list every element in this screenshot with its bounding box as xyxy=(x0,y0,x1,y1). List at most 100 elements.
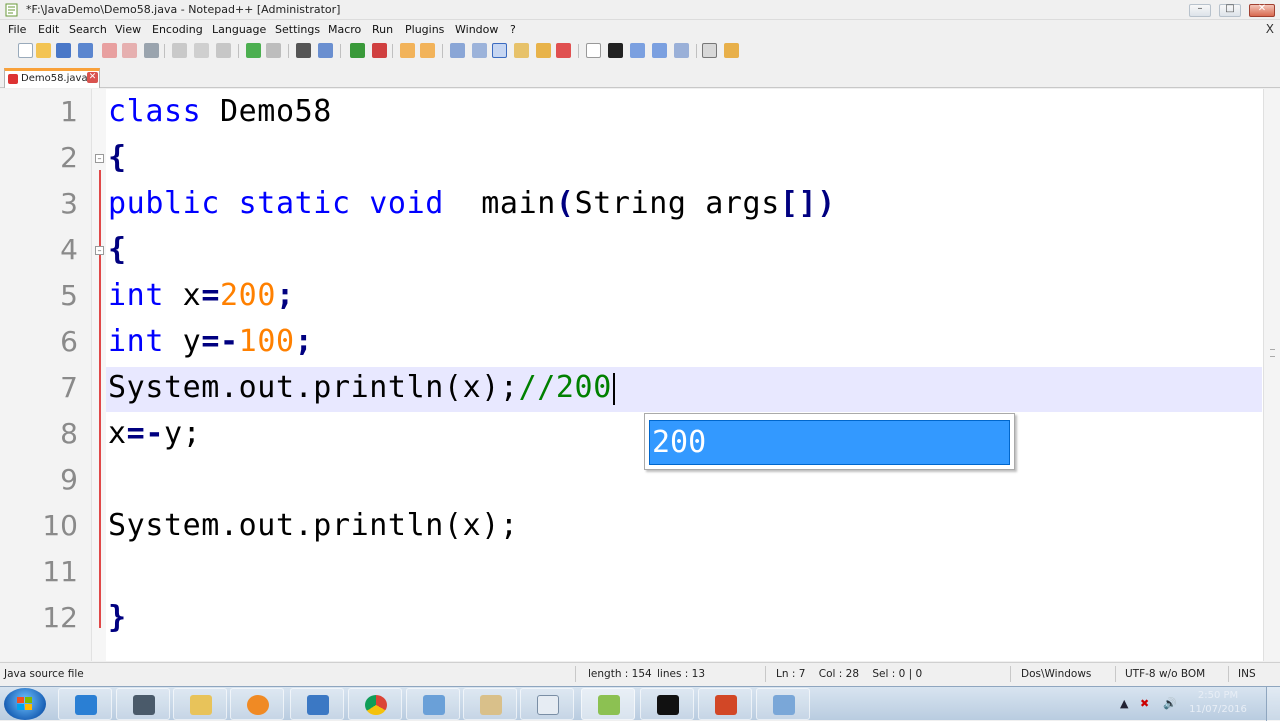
taskbar-command-prompt[interactable] xyxy=(640,688,694,720)
menu-settings[interactable]: Settings xyxy=(275,23,320,36)
document-lines: lines : 13 xyxy=(657,668,705,680)
keyword: int xyxy=(108,324,164,359)
toolbar-separator xyxy=(442,44,443,58)
minimize-button[interactable]: – xyxy=(1189,3,1211,17)
fold-toggle-icon[interactable]: – xyxy=(95,154,104,163)
close-document-icon[interactable]: X xyxy=(1266,22,1274,36)
minimize-icon: – xyxy=(1197,3,1203,14)
function-list-icon[interactable] xyxy=(536,43,551,58)
taskbar-media-player[interactable] xyxy=(230,688,284,720)
start-button[interactable] xyxy=(4,688,46,720)
spell-settings-icon[interactable] xyxy=(724,43,739,58)
taskbar-network[interactable] xyxy=(756,688,810,720)
word-wrap-icon[interactable] xyxy=(450,43,465,58)
window-icon xyxy=(537,695,559,715)
taskbar-chrome[interactable] xyxy=(348,688,402,720)
save-all-icon[interactable] xyxy=(78,43,93,58)
menu-help[interactable]: ? xyxy=(510,23,516,36)
fold-indicator-line xyxy=(99,170,101,628)
maximize-button[interactable]: □ xyxy=(1219,3,1241,17)
keyword: int xyxy=(108,278,164,313)
save-icon[interactable] xyxy=(56,43,71,58)
menu-run[interactable]: Run xyxy=(372,23,393,36)
copy-icon[interactable] xyxy=(194,43,209,58)
zoom-in-icon[interactable] xyxy=(350,43,365,58)
line-number: 7 xyxy=(60,371,78,404)
autocomplete-popup: 200 xyxy=(644,413,1015,470)
new-file-icon[interactable] xyxy=(18,43,33,58)
menu-bar: File Edit Search View Encoding Language … xyxy=(0,20,1280,40)
close-file-icon[interactable] xyxy=(102,43,117,58)
menu-search[interactable]: Search xyxy=(69,23,107,36)
record-macro-icon[interactable] xyxy=(586,43,601,58)
indent-guide-icon[interactable] xyxy=(492,43,507,58)
menu-edit[interactable]: Edit xyxy=(38,23,59,36)
playback-macro-icon[interactable] xyxy=(630,43,645,58)
tab-close-icon[interactable]: ✕ xyxy=(87,72,98,83)
sync-vertical-icon[interactable] xyxy=(400,43,415,58)
taskbar-file-explorer[interactable] xyxy=(173,688,227,720)
network-status-icon[interactable]: ✖ xyxy=(1140,697,1149,710)
cut-icon[interactable] xyxy=(172,43,187,58)
code-line-8: x=-y; xyxy=(108,416,201,451)
tray-expand-icon[interactable]: ▲ xyxy=(1120,697,1128,710)
taskbar-paint[interactable] xyxy=(463,688,517,720)
menu-encoding[interactable]: Encoding xyxy=(152,23,203,36)
taskbar-internet-explorer[interactable] xyxy=(58,688,112,720)
menu-view[interactable]: View xyxy=(115,23,141,36)
operator: =- xyxy=(126,416,164,451)
spell-check-icon[interactable] xyxy=(702,43,717,58)
line-number: 4 xyxy=(60,233,78,266)
toolbar-separator xyxy=(238,44,239,58)
code-line-6: int y=-100; xyxy=(108,324,313,359)
vertical-scrollbar[interactable] xyxy=(1263,89,1280,661)
tab-demo58-java[interactable]: Demo58.java ✕ xyxy=(4,68,100,88)
control-panel-icon xyxy=(423,695,445,715)
code-line-12: } xyxy=(108,600,127,635)
number-literal: 100 xyxy=(238,324,295,359)
line-number: 6 xyxy=(60,325,78,358)
redo-icon[interactable] xyxy=(266,43,281,58)
close-window-button[interactable]: ✕ xyxy=(1249,3,1275,17)
taskbar-powerpoint[interactable] xyxy=(698,688,752,720)
playback-multiple-icon[interactable] xyxy=(652,43,667,58)
taskbar-window-app[interactable] xyxy=(520,688,574,720)
find-icon[interactable] xyxy=(296,43,311,58)
volume-icon[interactable]: 🔊 xyxy=(1163,697,1177,710)
menu-macro[interactable]: Macro xyxy=(328,23,361,36)
open-file-icon[interactable] xyxy=(36,43,51,58)
status-bar: Java source file length : 154 lines : 13… xyxy=(0,662,1280,686)
replace-icon[interactable] xyxy=(318,43,333,58)
maximize-icon: □ xyxy=(1225,3,1235,14)
paint-icon xyxy=(480,695,502,715)
operator: ; xyxy=(294,324,314,359)
code-editor[interactable]: – – 1 2 3 4 5 6 7 8 9 10 11 12 class Dem… xyxy=(0,89,1280,661)
user-defined-language-icon[interactable] xyxy=(514,43,529,58)
autocomplete-suggestion[interactable]: 200 xyxy=(649,420,1010,465)
zoom-out-icon[interactable] xyxy=(372,43,387,58)
folder-as-workspace-icon[interactable] xyxy=(556,43,571,58)
status-separator xyxy=(1115,666,1116,682)
show-desktop-button[interactable] xyxy=(1266,687,1280,721)
taskbar-notepad-plus-plus[interactable] xyxy=(581,688,635,720)
fold-toggle-icon[interactable]: – xyxy=(95,246,104,255)
paste-icon[interactable] xyxy=(216,43,231,58)
taskbar-control-panel[interactable] xyxy=(406,688,460,720)
close-all-icon[interactable] xyxy=(122,43,137,58)
show-all-chars-icon[interactable] xyxy=(472,43,487,58)
menu-window[interactable]: Window xyxy=(455,23,498,36)
taskbar-remote-desktop[interactable] xyxy=(290,688,344,720)
clock-date: 11/07/2016 xyxy=(1189,704,1247,715)
sync-horizontal-icon[interactable] xyxy=(420,43,435,58)
save-macro-icon[interactable] xyxy=(674,43,689,58)
undo-icon[interactable] xyxy=(246,43,261,58)
taskbar-calculator[interactable] xyxy=(116,688,170,720)
text-caret xyxy=(612,372,615,405)
stop-record-icon[interactable] xyxy=(608,43,623,58)
system-clock[interactable]: 2:50 PM 11/07/2016 xyxy=(1188,689,1248,717)
menu-file[interactable]: File xyxy=(8,23,26,36)
menu-plugins[interactable]: Plugins xyxy=(405,23,444,36)
print-icon[interactable] xyxy=(144,43,159,58)
menu-language[interactable]: Language xyxy=(212,23,266,36)
notepad-plus-plus-icon xyxy=(598,695,620,715)
